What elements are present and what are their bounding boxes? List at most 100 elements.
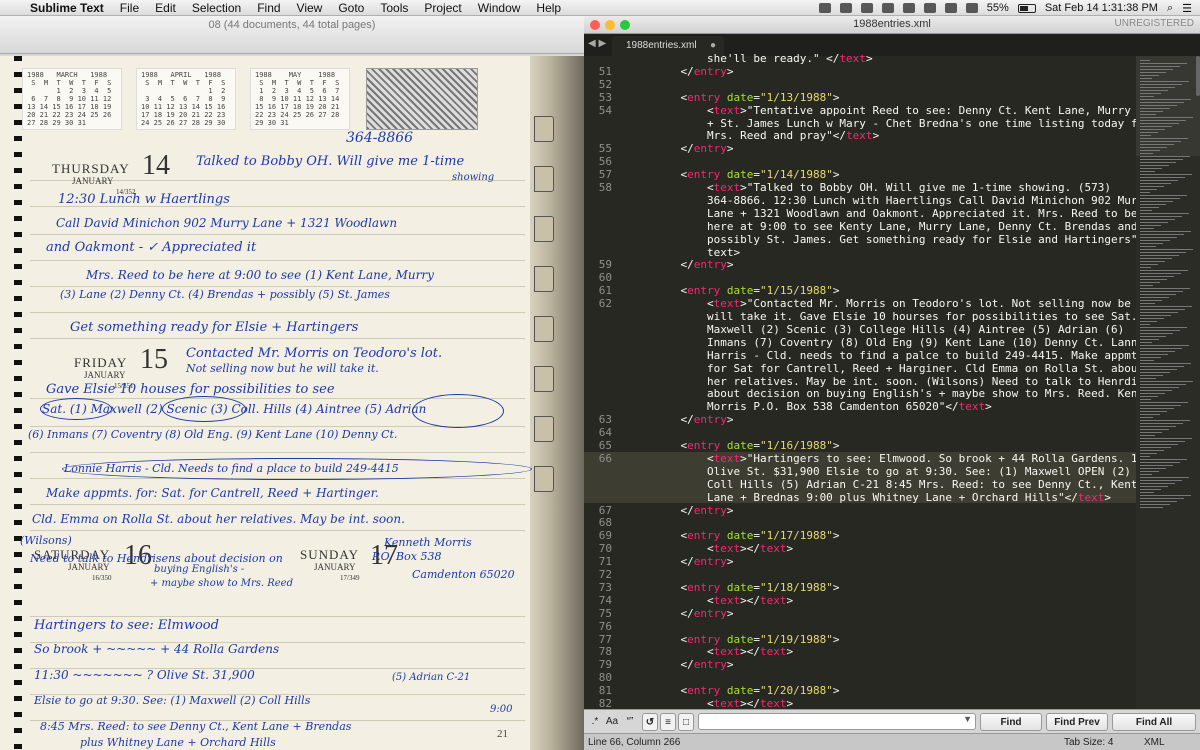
in-selection-toggle-icon[interactable]: ≡ [660,713,676,731]
minimap[interactable] [1136,56,1200,720]
code-line[interactable]: 70 <text></text> [584,542,1136,555]
wifi-icon[interactable] [944,3,957,13]
clock[interactable]: Sat Feb 14 1:31:38 PM [1045,2,1158,14]
code-line[interactable]: 57 <entry date="1/14/1988"> [584,168,1136,181]
menu-project[interactable]: Project [424,1,461,15]
code-line[interactable]: 54 <text>"Tentative appoint Reed to see:… [584,104,1164,117]
editor-scrollbar[interactable] [1196,56,1200,96]
menu-goto[interactable]: Goto [338,1,364,15]
code-line[interactable]: 67 </entry> [584,504,1136,517]
volume-icon[interactable] [965,3,978,13]
line-number: 59 [598,258,612,272]
find-history-dropdown-icon[interactable]: ▼ [963,714,972,724]
code-line[interactable]: text> [584,246,1136,259]
whole-word-toggle[interactable]: “” [622,713,638,731]
code-editor[interactable]: she'll be ready." </text> 51 </entry> 52 53… [584,52,1200,720]
code-line[interactable]: 80 [584,671,1136,684]
code-line[interactable]: + St. James Lunch w Mary - Chet Bredna's… [584,117,1151,130]
code-line[interactable]: 66 <text>"Hartingers to see: Elmwood. So… [584,452,1164,465]
code-line[interactable]: 64 [584,426,1136,439]
code-line[interactable]: 364-8866. 12:30 Lunch with Haertlings Ca… [584,194,1151,207]
code-line[interactable]: her relatives. May be int. soon. (Wilson… [584,375,1164,388]
menu-app-name[interactable]: Sublime Text [30,1,104,15]
code-line[interactable]: 52 [584,78,1136,91]
menu-edit[interactable]: Edit [155,1,176,15]
mini-cal-row: 1 2 3 4 5 6 7 [255,87,340,95]
code-line[interactable]: 69 <entry date="1/17/1988"> [584,529,1136,542]
spotlight-icon[interactable]: ⌕ [1167,2,1173,15]
menu-find[interactable]: Find [257,1,280,15]
code-line[interactable]: 61 <entry date="1/15/1988"> [584,284,1136,297]
airplay-icon[interactable] [923,3,936,13]
code-line[interactable]: 59 </entry> [584,258,1136,271]
code-line[interactable]: 62 <text>"Contacted Mr. Morris on Teodor… [584,297,1151,310]
code-line[interactable]: 81 <entry date="1/20/1988"> [584,684,1136,697]
code-line[interactable]: she'll be ready." </text> [584,52,1136,65]
code-line[interactable]: Maxwell (2) Scenic (3) College Hills (4)… [584,323,1136,336]
evernote-icon[interactable] [860,3,873,13]
code-line[interactable]: 74 <text></text> [584,594,1136,607]
code-line[interactable]: Morris P.O. Box 538 Camdenton 65020"</te… [584,400,1136,413]
handwritten-line: (6) Inmans (7) Coventry (8) Old Eng. (9)… [28,428,398,441]
dropbox-icon[interactable] [818,3,831,13]
code-line[interactable]: 71 </entry> [584,555,1136,568]
case-toggle[interactable]: Aa [604,713,620,731]
code-line[interactable]: 72 [584,568,1136,581]
code-line[interactable]: will take it. Gave Elsie 10 hourses for … [584,310,1164,323]
code-line[interactable]: 78 <text></text> [584,645,1136,658]
code-line[interactable]: 58 <text>"Talked to Bobby OH. Will give … [584,181,1136,194]
code-line[interactable]: Inmans (7) Coventry (8) Old Eng (9) Kent… [584,336,1151,349]
find-input[interactable]: ▼ [698,713,976,730]
code-line[interactable]: 76 [584,620,1136,633]
minimap-line [1140,495,1191,496]
code-line[interactable]: for Sat for Cantrell, Reed + Harginer. C… [584,362,1144,375]
tab-size-selector[interactable]: Tab Size: 4 [1064,737,1113,748]
code-line[interactable]: 65 <entry date="1/16/1988"> [584,439,1136,452]
menu-window[interactable]: Window [478,1,521,15]
menu-file[interactable]: File [120,1,139,15]
find-prev-button[interactable]: Find Prev [1046,713,1108,731]
code-line[interactable]: Mrs. Reed and pray"</text> [584,129,1136,142]
calendar-icon[interactable] [881,3,894,13]
code-line[interactable]: 53 <entry date="1/13/1988"> [584,91,1136,104]
code-line[interactable]: Olive St. $31,900 Elsie to go at 9:30. S… [584,465,1151,478]
code-line[interactable]: Harris - Cld. needs to find a palce to b… [584,349,1144,362]
menu-selection[interactable]: Selection [192,1,241,15]
code-line[interactable]: possibly St. James. Get something ready … [584,233,1151,246]
menu-tools[interactable]: Tools [380,1,408,15]
code-line[interactable]: about decision on buying English's + may… [584,387,1164,400]
notification-center-icon[interactable]: ☰ [1182,2,1192,15]
menu-view[interactable]: View [297,1,323,15]
code-line[interactable]: 75 </entry> [584,607,1136,620]
minimap-line [1140,444,1178,445]
drive-icon[interactable] [839,3,852,13]
find-all-button[interactable]: Find All [1112,713,1196,731]
code-line[interactable]: 77 <entry date="1/19/1988"> [584,633,1136,646]
find-button[interactable]: Find [980,713,1042,731]
tab-nav-arrows-icon[interactable]: ◀ ▶ [588,38,606,49]
minimap-line [1140,309,1185,310]
notification-icon[interactable] [902,3,915,13]
syntax-selector[interactable]: XML [1144,737,1165,748]
code-line[interactable]: here at 9:00 to see Kenty Lane, Murry La… [584,220,1137,233]
code-line[interactable]: 55 </entry> [584,142,1136,155]
unsaved-dot-icon[interactable]: ● [710,40,716,51]
code-line[interactable]: 68 [584,516,1136,529]
minimap-line [1140,453,1157,454]
code-line[interactable]: 51 </entry> [584,65,1136,78]
highlight-matches-toggle-icon[interactable]: □ [678,713,694,731]
code-line[interactable]: Lane + Brednas 9:00 plus Whitney Lane + … [584,491,1136,504]
code-line[interactable]: 60 [584,271,1136,284]
code-line[interactable]: 63 </entry> [584,413,1136,426]
code-text: Lane + Brednas 9:00 plus Whitney Lane + … [654,490,1111,504]
code-line[interactable]: 79 </entry> [584,658,1136,671]
code-line[interactable]: Lane + 1321 Woodlawn and Oakmont. Apprec… [584,207,1137,220]
regex-toggle-icon[interactable]: .* [588,713,602,731]
code-line[interactable]: 73 <entry date="1/18/1988"> [584,581,1136,594]
code-line[interactable]: 56 [584,155,1136,168]
menu-help[interactable]: Help [536,1,561,15]
wrap-toggle-icon[interactable]: ↺ [642,713,658,731]
battery-icon[interactable] [1017,3,1036,13]
code-line[interactable]: Coll Hills (5) Adrian C-21 8:45 Mrs. Ree… [584,478,1137,491]
battery-percent[interactable]: 55% [987,2,1009,14]
